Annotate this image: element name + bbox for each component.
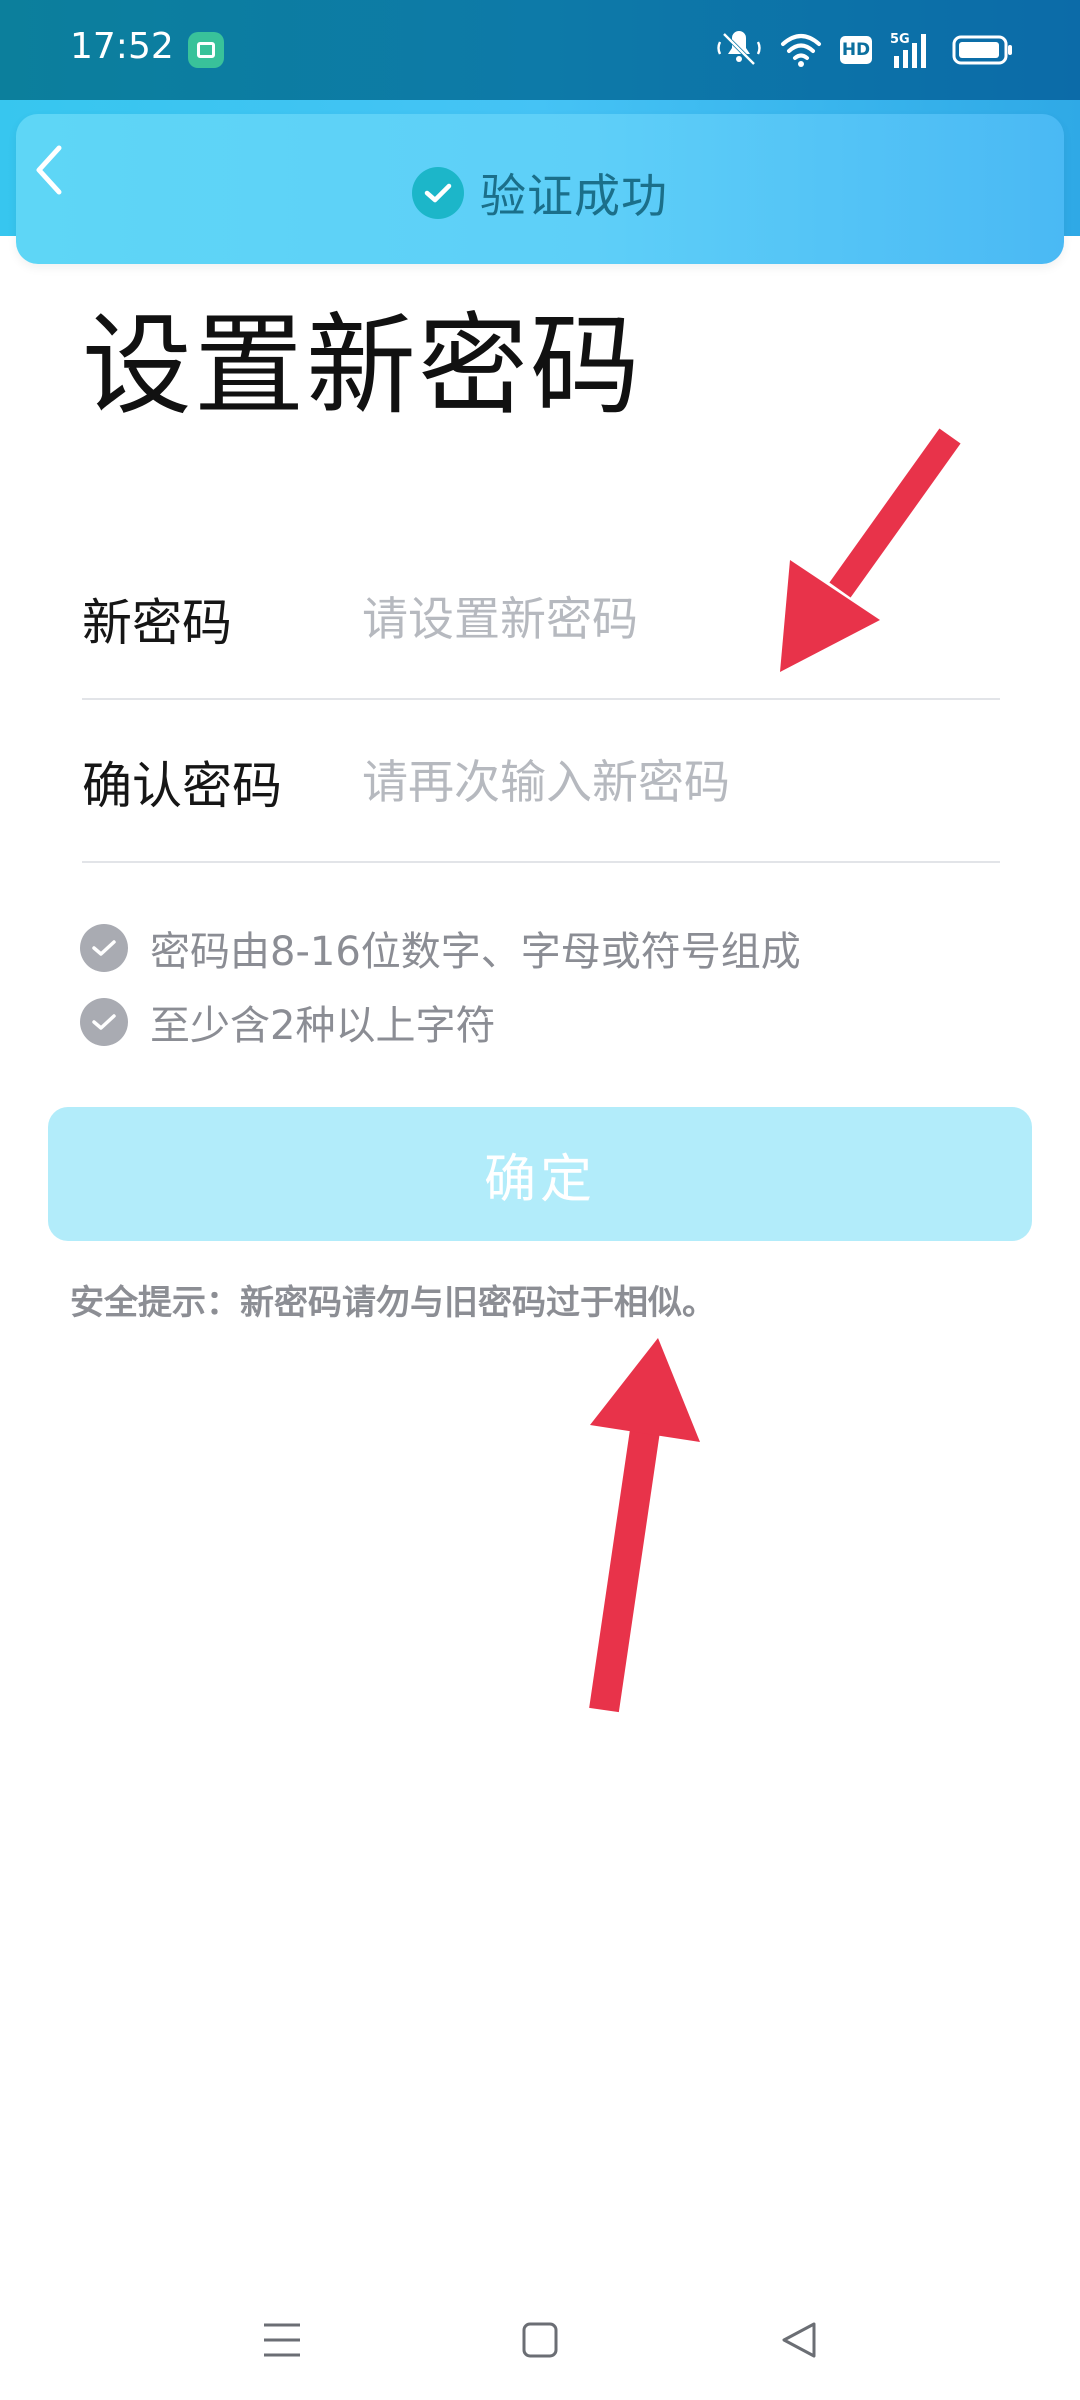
page-title: 设置新密码	[82, 302, 642, 430]
status-bar: 17:52 HD 5G	[0, 0, 1080, 100]
silent-mode-icon	[717, 31, 761, 66]
rule-text: 密码由8-16位数字、字母或符号组成	[150, 929, 801, 975]
back-nav-button[interactable]	[766, 2308, 830, 2372]
signal-5g-icon: 5G	[890, 32, 926, 68]
check-circle-icon	[80, 924, 128, 972]
verify-status: 验证成功	[0, 158, 1080, 228]
security-tip: 安全提示：新密码请勿与旧密码过于相似。	[70, 1283, 716, 1323]
menu-icon	[264, 2323, 300, 2357]
check-circle-icon	[412, 167, 464, 219]
svg-text:5G: 5G	[890, 32, 910, 47]
rule-text: 至少含2种以上字符	[150, 1003, 496, 1049]
new-password-input[interactable]	[362, 592, 1000, 646]
home-button[interactable]	[508, 2308, 572, 2372]
battery-icon	[952, 35, 1012, 65]
password-rule-length: 密码由8-16位数字、字母或符号组成	[80, 918, 801, 978]
new-password-label: 新密码	[82, 594, 232, 652]
back-icon	[782, 2322, 816, 2358]
status-time: 17:52	[70, 26, 174, 67]
navigation-bar	[0, 2280, 1080, 2400]
password-rule-types: 至少含2种以上字符	[80, 992, 495, 1052]
app-notification-icon	[188, 32, 224, 68]
hd-icon: HD	[840, 36, 872, 64]
arrow-annotation-icon	[589, 1338, 700, 1713]
menu-button[interactable]	[250, 2308, 314, 2372]
verify-success-text: 验证成功	[480, 169, 668, 223]
confirm-button[interactable]: 确定	[48, 1107, 1032, 1241]
check-circle-icon	[80, 998, 128, 1046]
confirm-password-row: 确认密码	[82, 703, 1000, 863]
confirm-password-label: 确认密码	[82, 757, 282, 815]
status-icons: HD 5G	[716, 28, 1014, 72]
wifi-icon	[781, 34, 821, 67]
home-icon	[522, 2322, 558, 2358]
confirm-password-input[interactable]	[362, 755, 1000, 809]
set-password-screen: 17:52 HD 5G 验证成功 设置新密码 新密码 确认密码 密码由8-16位…	[0, 0, 1080, 2400]
new-password-row: 新密码	[82, 540, 1000, 700]
